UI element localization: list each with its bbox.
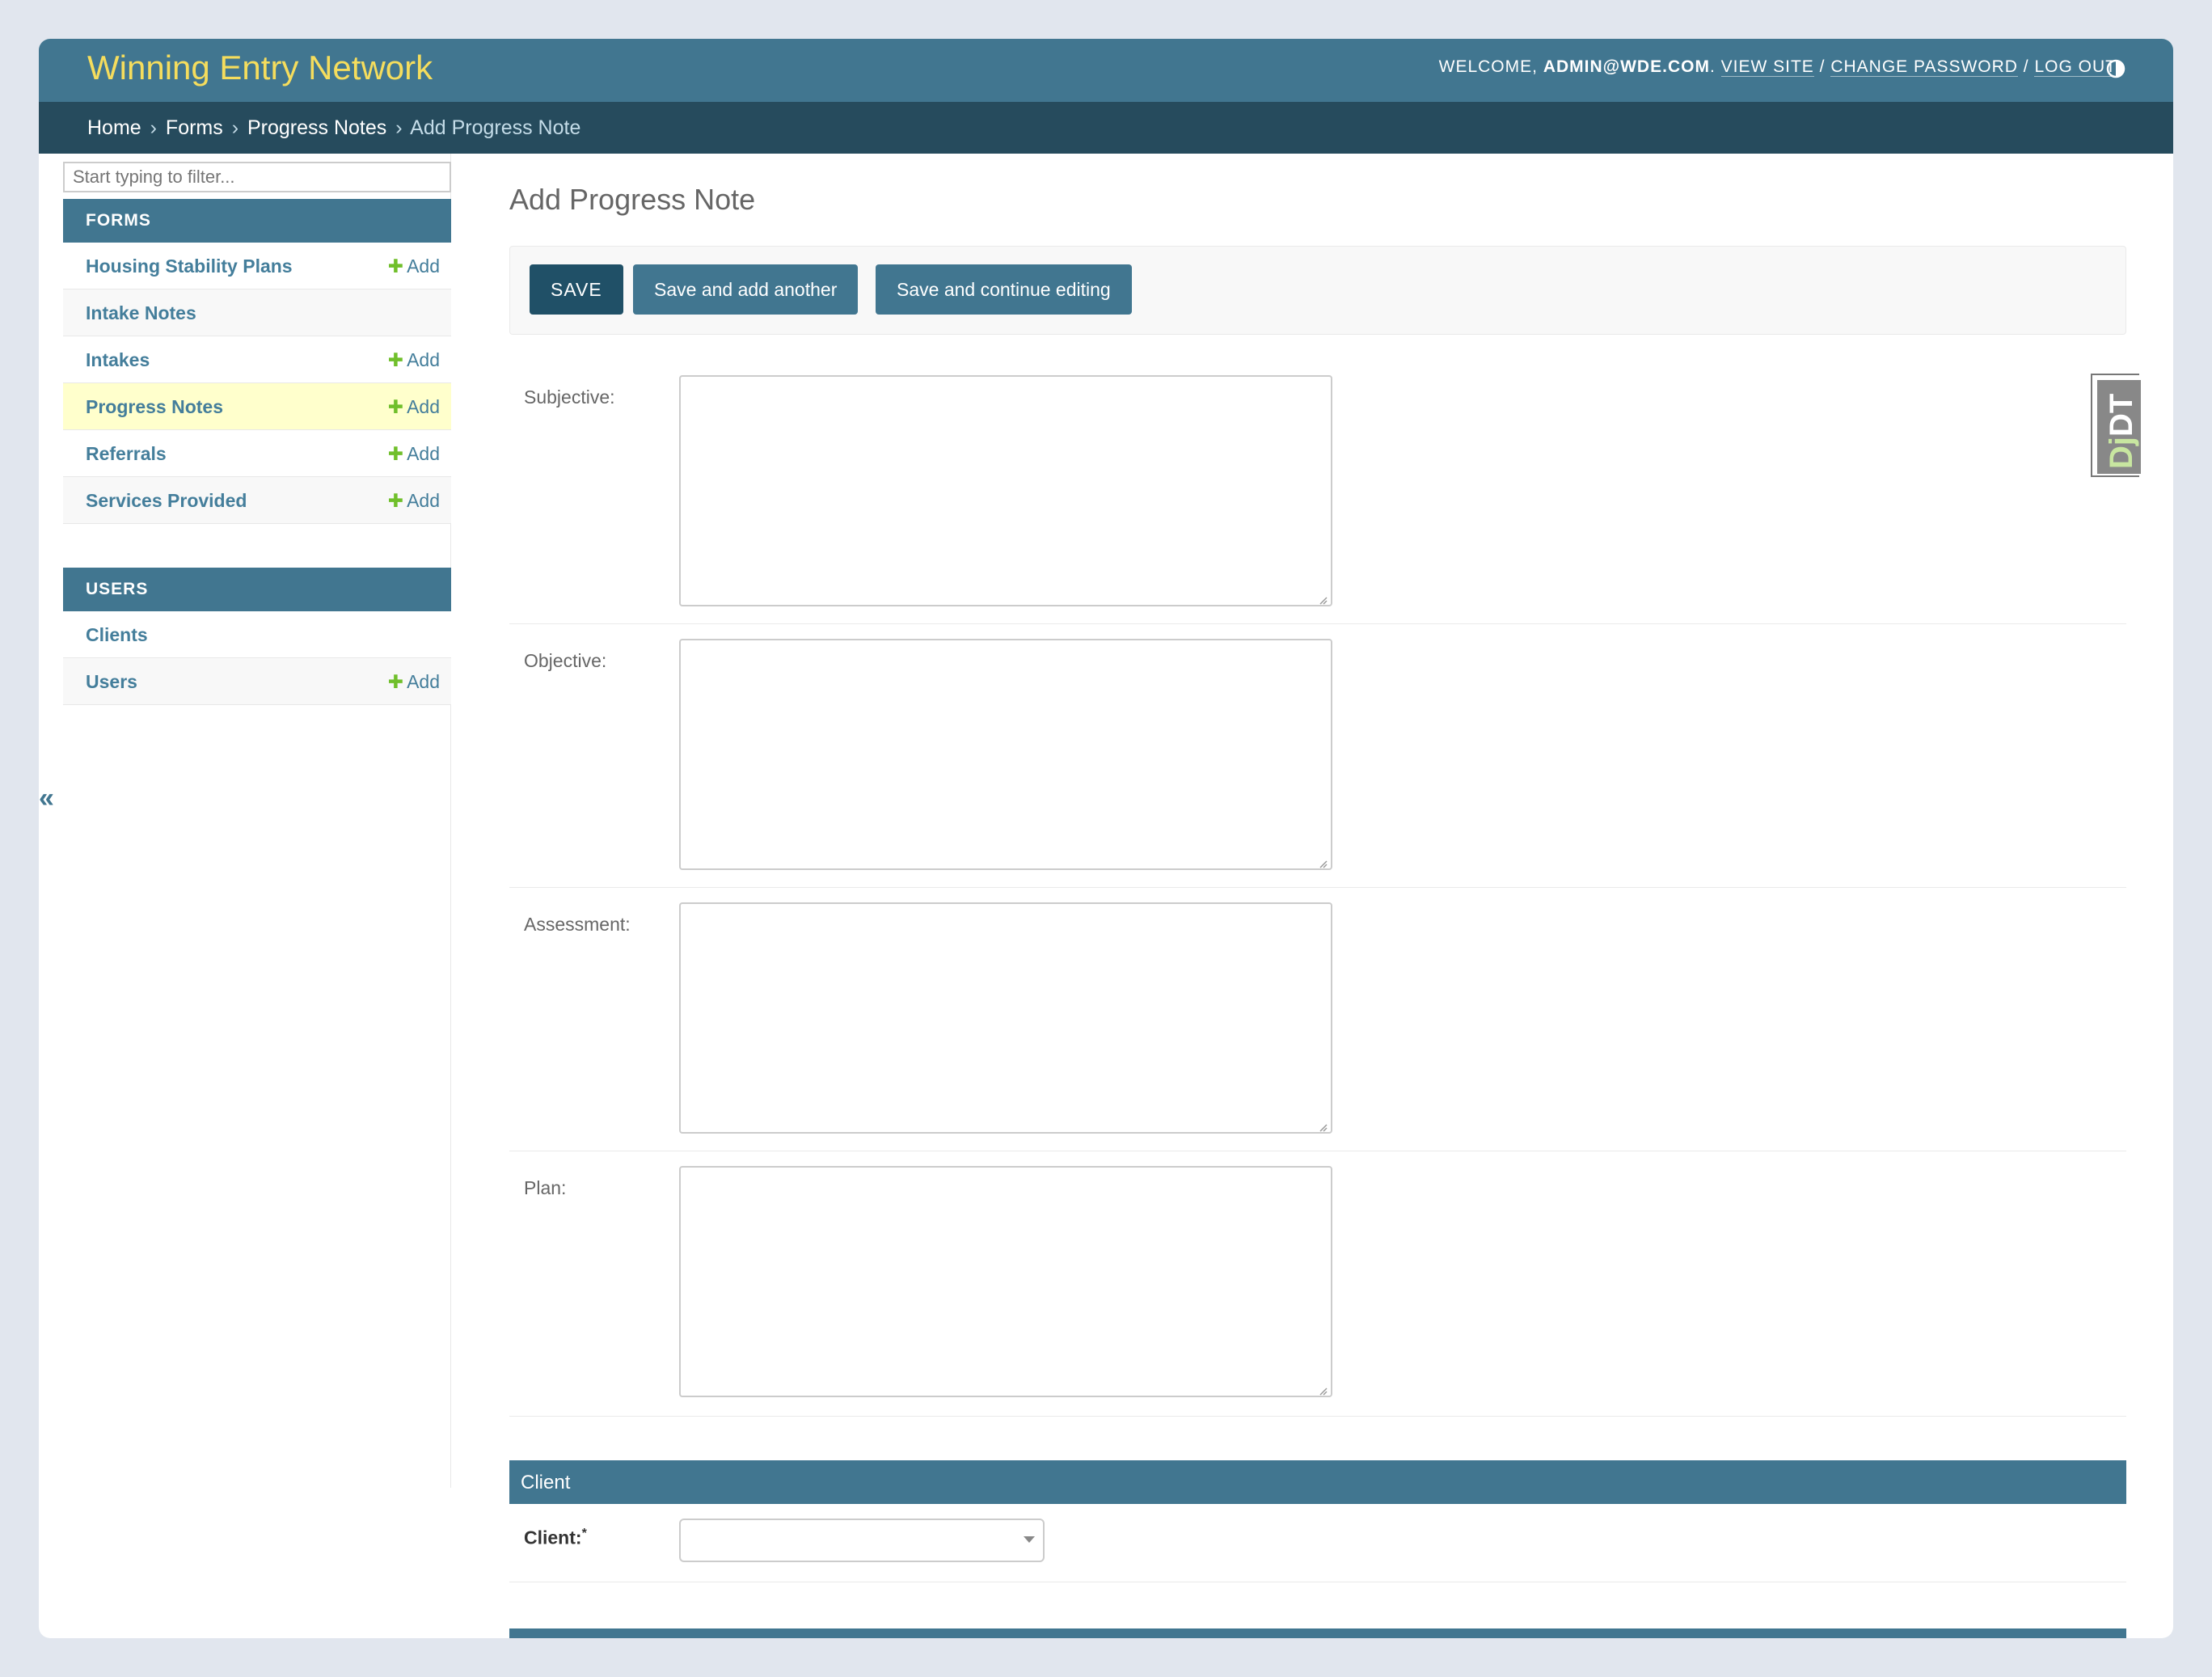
sidebar-item-label[interactable]: Referrals <box>86 443 167 465</box>
plus-icon: ✚ <box>387 256 404 277</box>
sidebar-item-progress-notes[interactable]: Progress Notes ✚ Add <box>63 383 451 430</box>
breadcrumb: Home › Forms › Progress Notes › Add Prog… <box>39 102 2173 154</box>
sidebar-item-intakes[interactable]: Intakes ✚ Add <box>63 336 451 383</box>
sidebar-item-label[interactable]: Users <box>86 671 137 693</box>
theme-toggle-icon[interactable] <box>2105 58 2126 79</box>
add-link[interactable]: ✚ Add <box>388 671 440 693</box>
assessment-label: Assessment: <box>524 914 631 935</box>
objective-label: Objective: <box>524 650 607 671</box>
sidebar-item-label[interactable]: Clients <box>86 624 148 646</box>
sidebar-item-housing-stability-plans[interactable]: Housing Stability Plans ✚ Add <box>63 243 451 289</box>
separator: / <box>1813 57 1831 76</box>
subjective-label: Subjective: <box>524 387 615 408</box>
site-brand[interactable]: Winning Entry Network <box>87 49 433 87</box>
view-site-link[interactable]: VIEW SITE <box>1720 57 1814 77</box>
add-link[interactable]: ✚ Add <box>388 349 440 371</box>
resize-grip-icon[interactable] <box>1318 595 1328 605</box>
separator: / <box>2017 57 2035 76</box>
add-link[interactable]: ✚ Add <box>388 396 440 418</box>
sidebar-item-services-provided[interactable]: Services Provided ✚ Add <box>63 477 451 524</box>
breadcrumb-separator: › <box>150 116 157 139</box>
sidebar-item-intake-notes[interactable]: Intake Notes <box>63 289 451 336</box>
resize-grip-icon[interactable] <box>1318 859 1328 868</box>
header: Winning Entry Network WELCOME, ADMIN@WDE… <box>39 39 2173 102</box>
change-password-link[interactable]: CHANGE PASSWORD <box>1830 57 2018 77</box>
client-select[interactable] <box>679 1519 1045 1562</box>
device-frame: Winning Entry Network WELCOME, ADMIN@WDE… <box>0 0 2212 1677</box>
plan-textarea[interactable] <box>679 1166 1332 1397</box>
sidebar-item-label[interactable]: Progress Notes <box>86 396 223 418</box>
breadcrumb-progress-notes[interactable]: Progress Notes <box>247 116 386 139</box>
client-fieldset-heading: Client <box>509 1460 2126 1504</box>
add-link[interactable]: ✚ Add <box>388 256 440 277</box>
debug-toolbar-label: DjDT <box>2097 380 2141 474</box>
user-tools: WELCOME, ADMIN@WDE.COM. VIEW SITE / CHAN… <box>1438 57 2117 77</box>
subjective-textarea[interactable] <box>679 375 1332 606</box>
chevron-down-icon <box>1024 1536 1035 1543</box>
add-link[interactable]: ✚ Add <box>388 490 440 512</box>
plus-icon: ✚ <box>387 490 404 511</box>
breadcrumb-home[interactable]: Home <box>87 116 141 139</box>
required-mark: * <box>581 1527 587 1540</box>
breadcrumb-forms[interactable]: Forms <box>166 116 223 139</box>
field-row-assessment: Assessment: <box>509 888 2126 1151</box>
save-button[interactable]: SAVE <box>530 264 623 315</box>
field-row-objective: Objective: <box>509 624 2126 888</box>
field-row-subjective: Subjective: <box>509 361 2126 624</box>
log-out-link[interactable]: LOG OUT <box>2034 57 2117 77</box>
sidebar-item-label[interactable]: Services Provided <box>86 490 247 512</box>
save-and-continue-button[interactable]: Save and continue editing <box>876 264 1132 315</box>
module-forms-heading[interactable]: FORMS <box>63 199 451 243</box>
resize-grip-icon[interactable] <box>1318 1386 1328 1396</box>
module-users-heading[interactable]: USERS <box>63 568 451 611</box>
resize-grip-icon[interactable] <box>1318 1122 1328 1132</box>
toggle-nav-sidebar-button[interactable]: « <box>39 783 55 814</box>
sidebar-filter-input[interactable] <box>63 162 451 192</box>
app-window: Winning Entry Network WELCOME, ADMIN@WDE… <box>39 39 2173 1638</box>
sidebar-item-referrals[interactable]: Referrals ✚ Add <box>63 430 451 477</box>
objective-textarea[interactable] <box>679 639 1332 870</box>
welcome-text: WELCOME, <box>1438 57 1538 76</box>
breadcrumb-current: Add Progress Note <box>410 116 581 139</box>
next-fieldset-heading <box>509 1628 2126 1638</box>
plus-icon: ✚ <box>387 396 404 417</box>
sidebar-item-label[interactable]: Intakes <box>86 349 150 371</box>
page-title: Add Progress Note <box>509 183 756 216</box>
assessment-textarea[interactable] <box>679 902 1332 1134</box>
breadcrumb-separator: › <box>231 116 239 139</box>
sidebar-item-clients[interactable]: Clients <box>63 611 451 658</box>
plus-icon: ✚ <box>387 671 404 692</box>
plus-icon: ✚ <box>387 349 404 370</box>
sidebar-item-label[interactable]: Housing Stability Plans <box>86 256 293 277</box>
username: ADMIN@WDE.COM <box>1543 57 1710 76</box>
submit-row: SAVE Save and add another Save and conti… <box>509 246 2126 335</box>
sidebar-item-label[interactable]: Intake Notes <box>86 302 196 324</box>
plan-label: Plan: <box>524 1177 567 1198</box>
breadcrumb-separator: › <box>395 116 403 139</box>
field-row-plan: Plan: <box>509 1151 2126 1417</box>
sidebar: FORMS Housing Stability Plans ✚Add Intak… <box>63 154 451 1488</box>
client-label: Client:* <box>524 1527 587 1548</box>
plus-icon: ✚ <box>387 443 404 464</box>
add-link[interactable]: ✚ Add <box>388 443 440 465</box>
save-and-add-another-button[interactable]: Save and add another <box>633 264 859 315</box>
sidebar-item-users[interactable]: Users ✚ Add <box>63 658 451 705</box>
debug-toolbar-handle[interactable]: DjDT <box>2091 374 2141 477</box>
